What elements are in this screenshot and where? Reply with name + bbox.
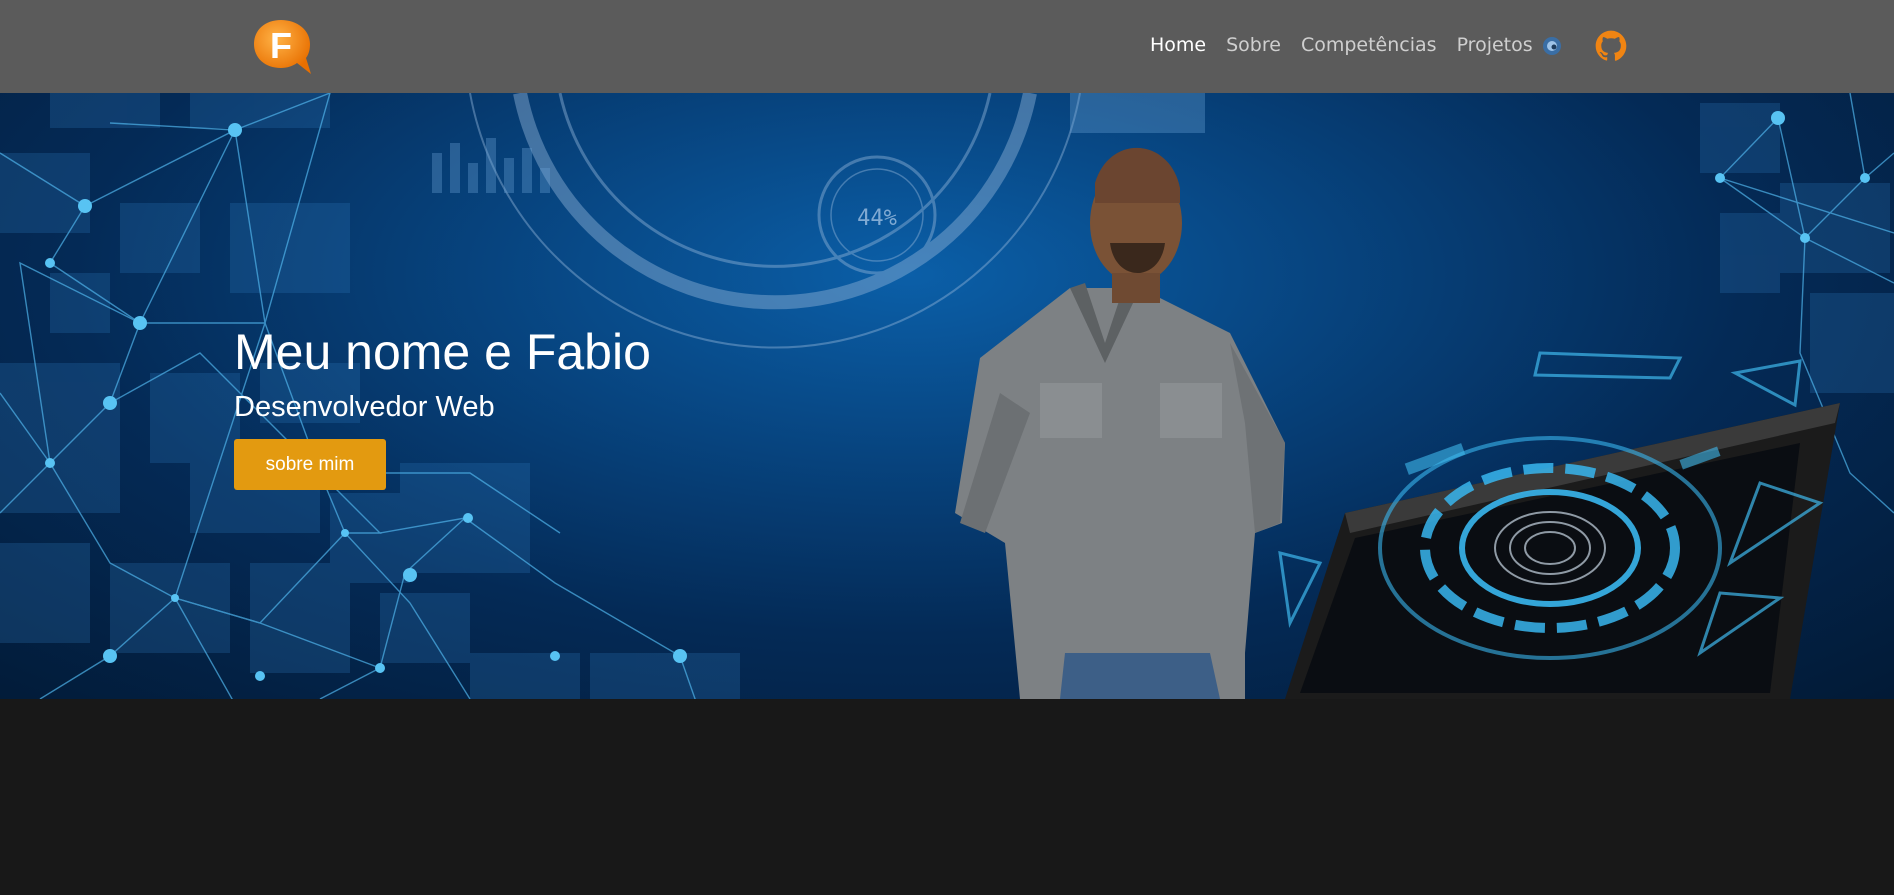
nav-sobre[interactable]: Sobre [1226,34,1281,56]
person-photo [955,147,1285,699]
logo-letter: F [270,25,292,66]
dark-section [0,699,1894,895]
hero-subtitle: Desenvolvedor Web [234,391,495,423]
github-icon[interactable] [1595,30,1627,62]
small-logo-icon[interactable] [1540,34,1564,58]
hud-percent: 44% [857,206,897,231]
nav-home[interactable]: Home [1150,34,1206,56]
navbar: F Home Sobre Competências Projetos [0,0,1894,93]
phone-graphic [1278,351,1840,699]
nav-competencias[interactable]: Competências [1301,34,1437,56]
hero-banner: 44% Meu nome e Fabio Desenvolvedor Web s… [0,93,1894,699]
nav-links: Home Sobre Competências Projetos [1150,30,1553,60]
about-me-button[interactable]: sobre mim [234,439,386,490]
hero-title: Meu nome e Fabio [234,324,651,380]
logo-icon[interactable]: F [251,18,317,76]
nav-projetos[interactable]: Projetos [1457,34,1533,56]
